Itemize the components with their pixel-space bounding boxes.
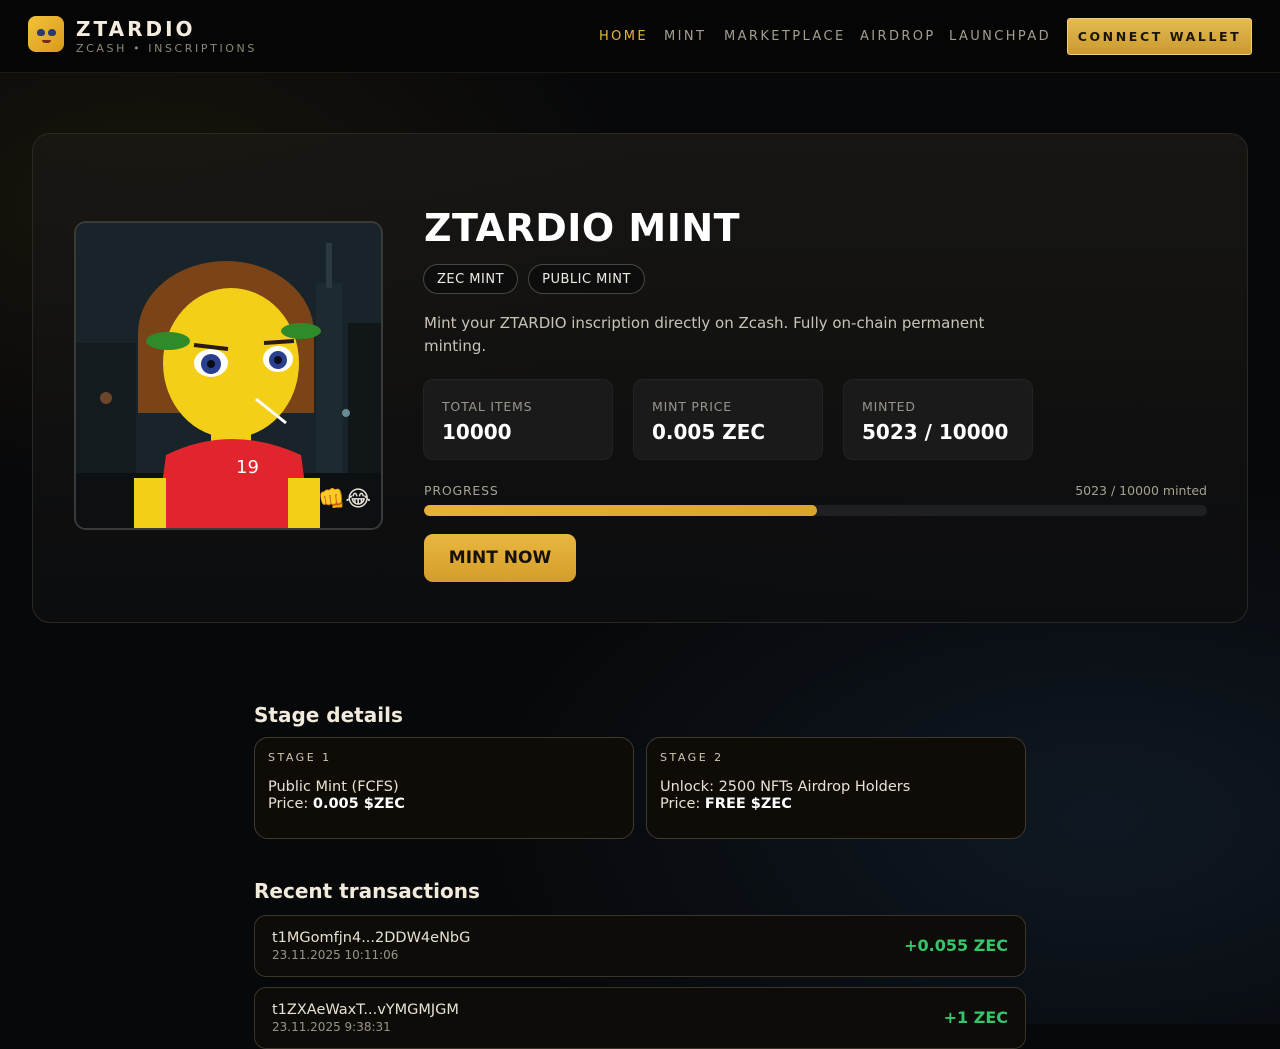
stage-card-1: STAGE 1 Public Mint (FCFS) Price: 0.005 … [254, 737, 634, 839]
transaction-amount: +1 ZEC [943, 1008, 1008, 1027]
recent-transactions-heading: Recent transactions [254, 879, 480, 903]
progress-count: 5023 / 10000 minted [1075, 483, 1207, 498]
stage-description: Public Mint (FCFS) [268, 779, 399, 795]
progress-bar-fill [424, 505, 818, 516]
stage-tag: STAGE 2 [660, 751, 724, 764]
transaction-time: 23.11.2025 10:11:06 [272, 948, 399, 962]
transaction-amount: +0.055 ZEC [904, 936, 1008, 955]
nav-launchpad[interactable]: LAUNCHPAD [949, 29, 1051, 44]
stage-price-value: 0.005 $ZEC [312, 796, 405, 812]
mint-description: Mint your ZTARDIO inscription directly o… [424, 314, 985, 355]
nav-marketplace[interactable]: MARKETPLACE [724, 29, 846, 44]
fist-laugh-emoji-icon: 👊😂 [318, 487, 372, 512]
ztardio-artwork-image: 19 👊😂 [74, 221, 383, 530]
page-title: ZTARDIO MINT [424, 206, 741, 250]
stage-price: Price: FREE $ZEC [660, 796, 792, 812]
brand-title[interactable]: ZTARDIO [76, 17, 196, 41]
connect-wallet-button[interactable]: CONNECT WALLET [1067, 18, 1252, 55]
stage-price-value: FREE $ZEC [704, 796, 792, 812]
progress-label: PROGRESS [424, 483, 499, 498]
stat-minted: MINTED 5023 / 10000 [843, 379, 1033, 460]
transaction-address: t1MGomfjn4...2DDW4eNbG [272, 930, 471, 946]
stat-value: 10000 [442, 420, 512, 444]
character-illustration: 19 [76, 223, 381, 528]
ztardio-logo-icon[interactable] [28, 16, 64, 52]
mint-now-button[interactable]: MINT NOW [424, 534, 576, 582]
transaction-row[interactable]: t1ZXAeWaxT...vYMGMJGM 23.11.2025 9:38:31… [254, 987, 1026, 1049]
nav-home[interactable]: HOME [599, 29, 648, 44]
nav-mint[interactable]: MINT [664, 29, 706, 44]
stat-value: 0.005 ZEC [652, 420, 766, 444]
public-mint-badge: PUBLIC MINT [528, 264, 645, 294]
zec-mint-badge: ZEC MINT [423, 264, 518, 294]
top-navbar: ZTARDIO ZCASH • INSCRIPTIONS HOME MINT M… [0, 0, 1280, 73]
transaction-address: t1ZXAeWaxT...vYMGMJGM [272, 1002, 459, 1018]
stat-label: MINT PRICE [652, 399, 732, 414]
stat-value: 5023 / 10000 [862, 420, 1009, 444]
nav-airdrop[interactable]: AIRDROP [860, 29, 936, 44]
stat-total-items: TOTAL ITEMS 10000 [423, 379, 613, 460]
stage-tag: STAGE 1 [268, 751, 332, 764]
stat-label: TOTAL ITEMS [442, 399, 533, 414]
transaction-row[interactable]: t1MGomfjn4...2DDW4eNbG 23.11.2025 10:11:… [254, 915, 1026, 977]
stage-description: Unlock: 2500 NFTs Airdrop Holders [660, 779, 911, 795]
svg-text:19: 19 [236, 457, 259, 478]
progress-bar [424, 505, 1207, 516]
brand-subtitle: ZCASH • INSCRIPTIONS [76, 42, 257, 55]
stat-label: MINTED [862, 399, 916, 414]
stage-price: Price: 0.005 $ZEC [268, 796, 405, 812]
transaction-time: 23.11.2025 9:38:31 [272, 1020, 391, 1034]
stage-card-2: STAGE 2 Unlock: 2500 NFTs Airdrop Holder… [646, 737, 1026, 839]
stat-mint-price: MINT PRICE 0.005 ZEC [633, 379, 823, 460]
stage-details-heading: Stage details [254, 703, 403, 727]
